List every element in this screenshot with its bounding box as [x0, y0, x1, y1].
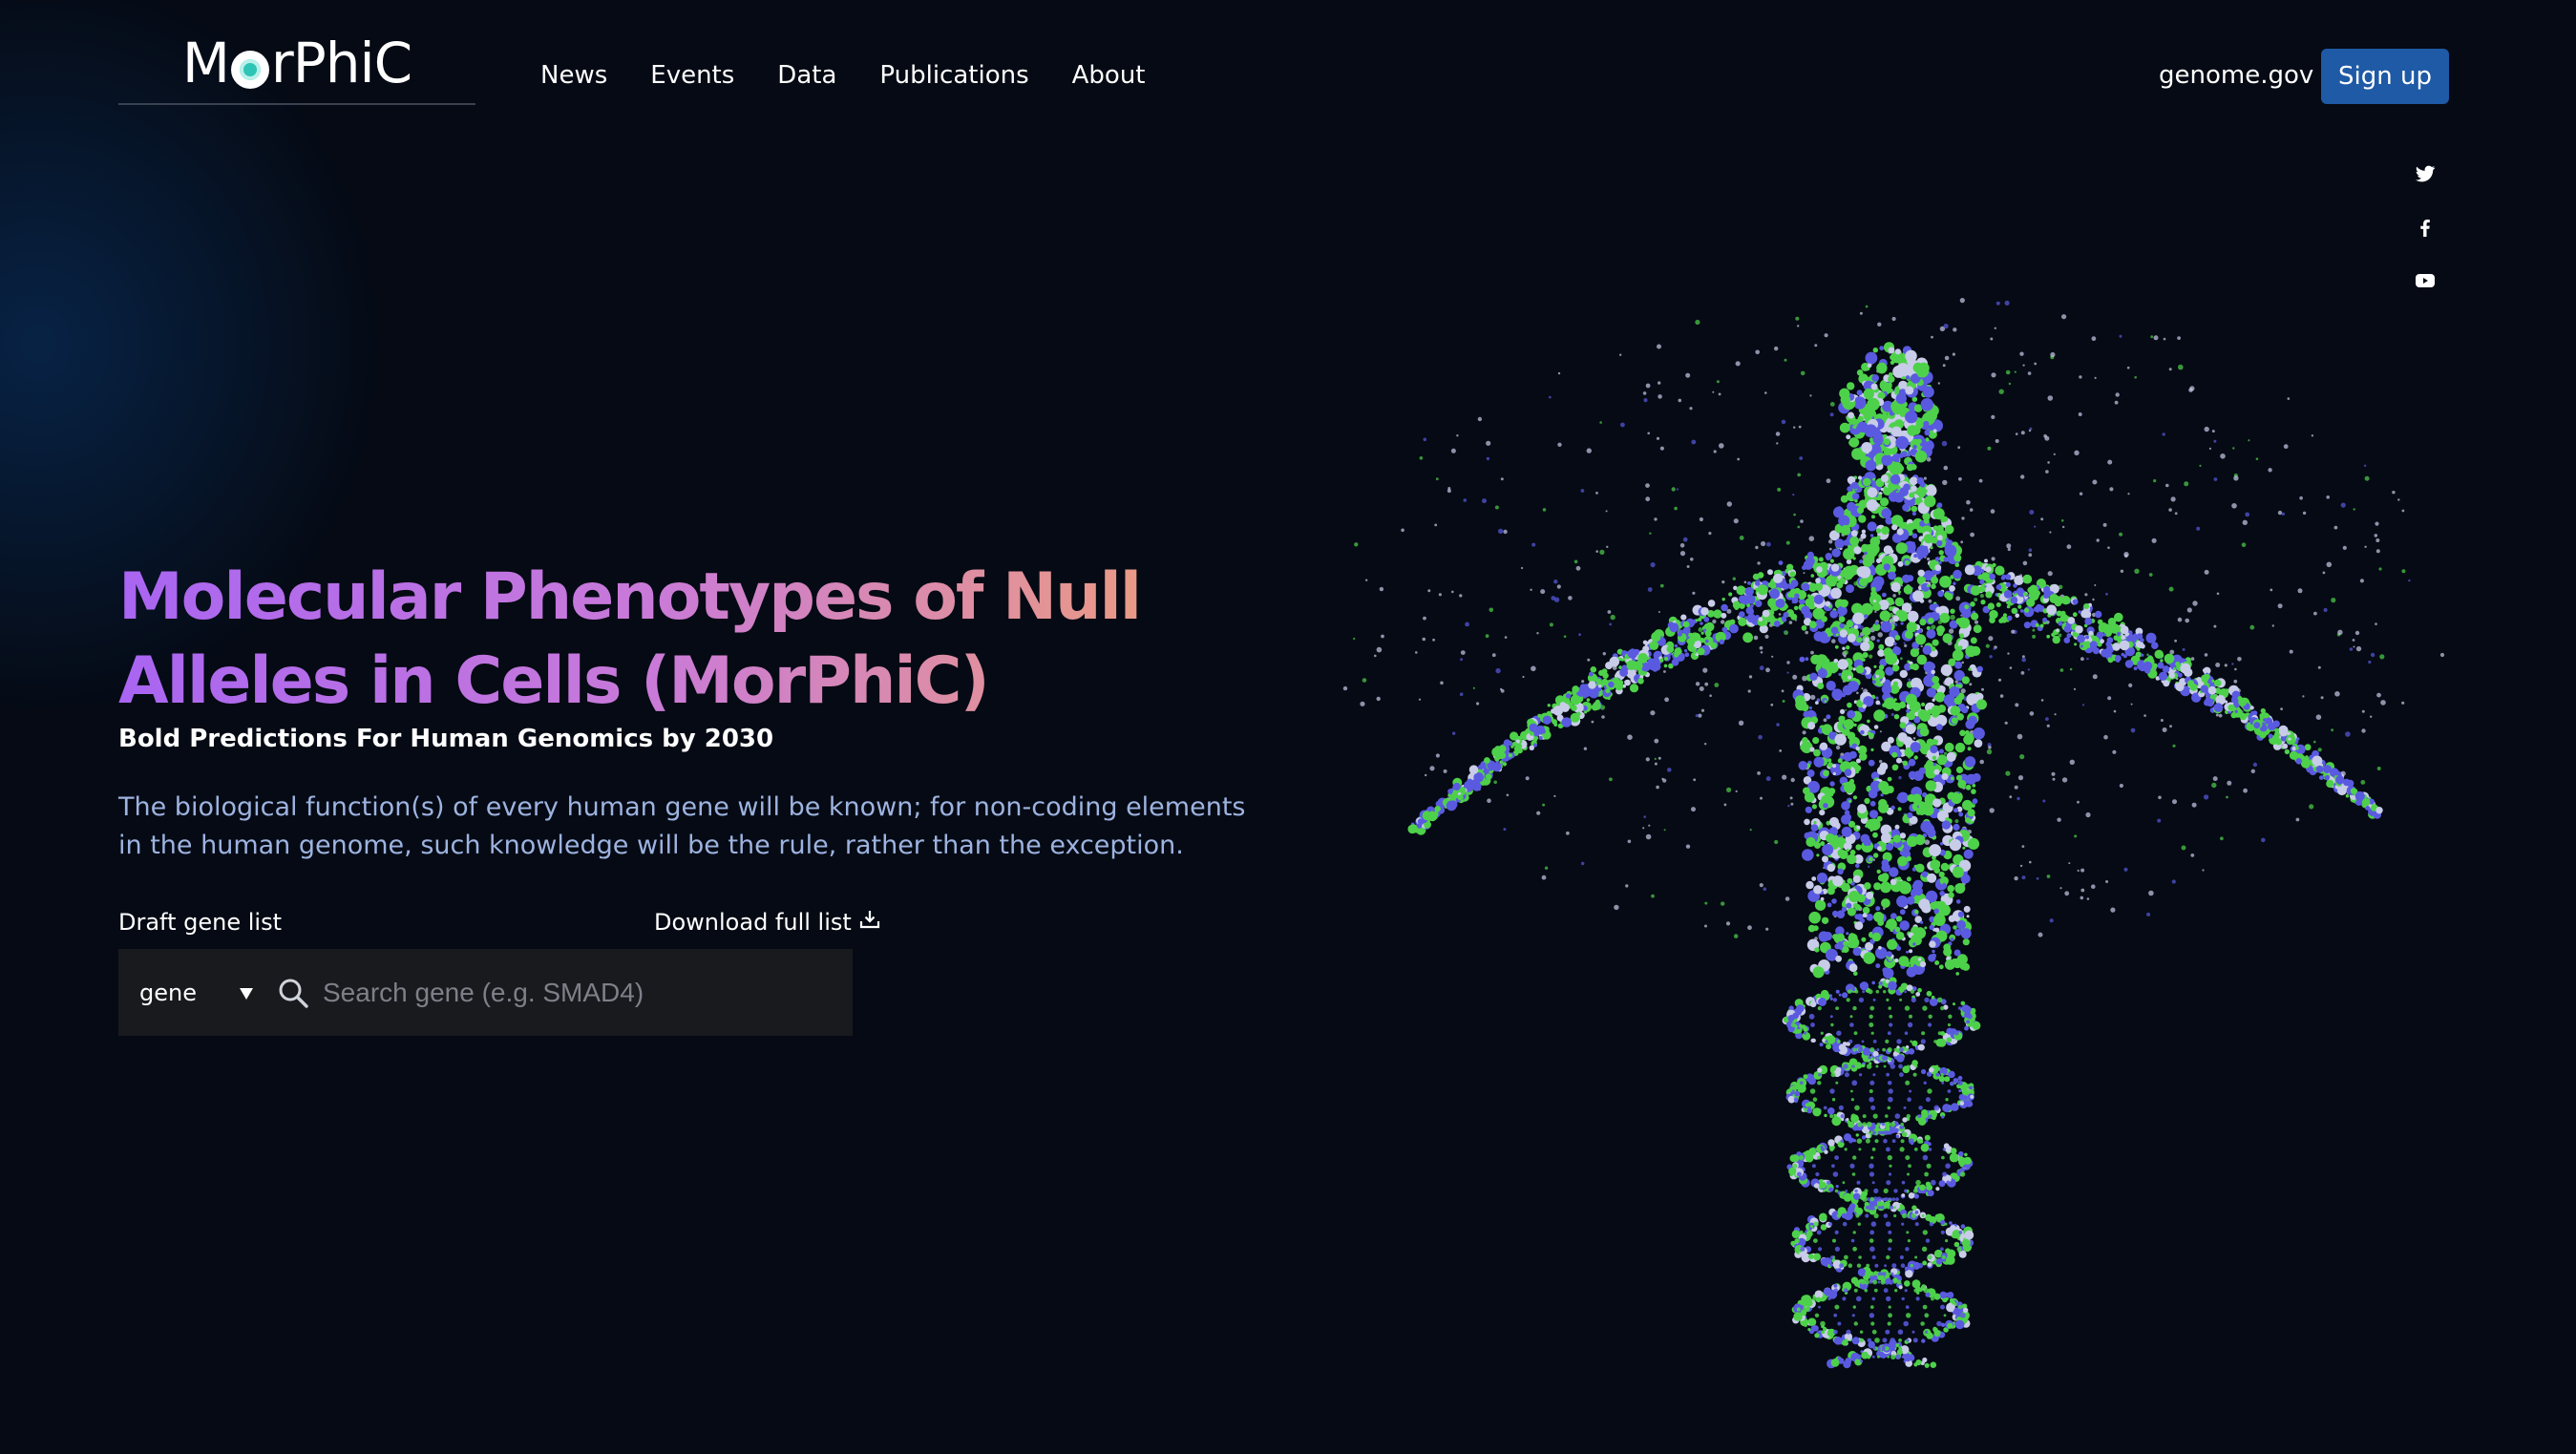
- draft-gene-list-label: Draft gene list: [118, 909, 282, 936]
- download-full-list-link[interactable]: Download full list: [654, 907, 880, 938]
- nav-about[interactable]: About: [1072, 59, 1146, 92]
- logo[interactable]: MrPhiC: [118, 29, 475, 105]
- nav-events[interactable]: Events: [650, 59, 734, 92]
- gene-search-box: gene: [118, 949, 853, 1036]
- nav-news[interactable]: News: [540, 59, 607, 92]
- gene-search-input[interactable]: [323, 949, 853, 1036]
- genome-gov-link[interactable]: genome.gov: [2159, 59, 2313, 92]
- logo-emblem-icon: [230, 51, 269, 89]
- signup-button[interactable]: Sign up: [2321, 49, 2449, 104]
- main-nav: News Events Data Publications About: [540, 59, 1146, 92]
- nav-data[interactable]: Data: [777, 59, 836, 92]
- nav-publications[interactable]: Publications: [879, 59, 1028, 92]
- select-value: gene: [139, 979, 197, 1006]
- hero-subtitle: Bold Predictions For Human Genomics by 2…: [118, 725, 774, 753]
- hero-title: Molecular Phenotypes of Null Alleles in …: [118, 556, 1302, 724]
- chevron-down-icon: [239, 980, 254, 1006]
- dna-human-figure-image: [1342, 298, 2445, 1369]
- download-label: Download full list: [654, 909, 852, 936]
- hero-description: The biological function(s) of every huma…: [118, 792, 1246, 860]
- search-icon: [277, 977, 309, 1009]
- page: MrPhiC News Events Data Publications Abo…: [0, 0, 2576, 1454]
- search-type-select[interactable]: gene: [118, 949, 271, 1036]
- download-icon: [859, 907, 880, 938]
- twitter-icon[interactable]: [2414, 162, 2437, 185]
